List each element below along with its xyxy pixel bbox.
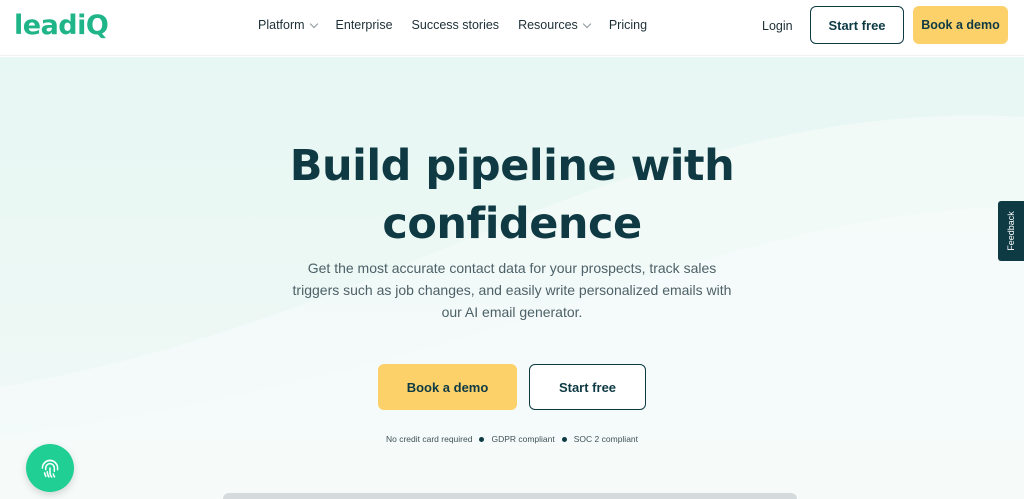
hero-headline: Build pipeline with confidence bbox=[0, 137, 1024, 253]
feedback-label: Feedback bbox=[1006, 211, 1016, 251]
bullet-dot bbox=[479, 436, 485, 442]
feedback-tab[interactable]: Feedback bbox=[998, 201, 1024, 261]
header-start-free-button[interactable]: Start free bbox=[810, 6, 904, 44]
headline-line-2: confidence bbox=[382, 199, 642, 249]
hero-subtitle: Get the most accurate contact data for y… bbox=[292, 260, 732, 320]
nav-label: Pricing bbox=[608, 18, 648, 32]
site-header: leadiQ Platform Enterprise Success stori… bbox=[0, 0, 1024, 56]
nav-item-enterprise[interactable]: Enterprise bbox=[336, 18, 393, 32]
nav-label: Success stories bbox=[411, 18, 500, 32]
compliance-item: GDPR compliant bbox=[491, 434, 555, 444]
nav-label: Resources bbox=[518, 18, 578, 32]
nav-item-pricing[interactable]: Pricing bbox=[609, 18, 647, 32]
start-free-button[interactable]: Start free bbox=[529, 364, 646, 410]
bullet-dot bbox=[561, 436, 567, 442]
chevron-down-icon bbox=[309, 19, 318, 28]
chevron-down-icon bbox=[582, 19, 592, 28]
logo-text: leadiQ bbox=[14, 9, 109, 41]
header-book-demo-button[interactable]: Book a demo bbox=[913, 6, 1008, 44]
hero-section: Build pipeline with confidence Get the m… bbox=[0, 57, 1024, 499]
compliance-list: No credit card required GDPR compliant S… bbox=[0, 434, 1024, 444]
login-link[interactable]: Login bbox=[762, 19, 793, 33]
nav-label: Enterprise bbox=[335, 18, 393, 32]
fingerprint-icon bbox=[41, 459, 59, 478]
nav-item-resources[interactable]: Resources bbox=[518, 18, 592, 32]
compliance-item: SOC 2 compliant bbox=[573, 434, 639, 444]
leadiq-logo[interactable]: leadiQ bbox=[14, 8, 109, 42]
main-nav: Platform Enterprise Success stories Reso… bbox=[258, 18, 666, 32]
nav-label: Platform bbox=[258, 18, 305, 32]
nav-item-platform[interactable]: Platform bbox=[258, 18, 318, 32]
nav-item-success-stories[interactable]: Success stories bbox=[412, 18, 500, 32]
chat-fab-button[interactable] bbox=[26, 444, 74, 492]
preview-panel-edge bbox=[223, 493, 797, 499]
book-demo-button[interactable]: Book a demo bbox=[378, 364, 517, 410]
compliance-item: No credit card required bbox=[385, 434, 473, 444]
headline-line-1: Build pipeline with bbox=[289, 141, 735, 191]
